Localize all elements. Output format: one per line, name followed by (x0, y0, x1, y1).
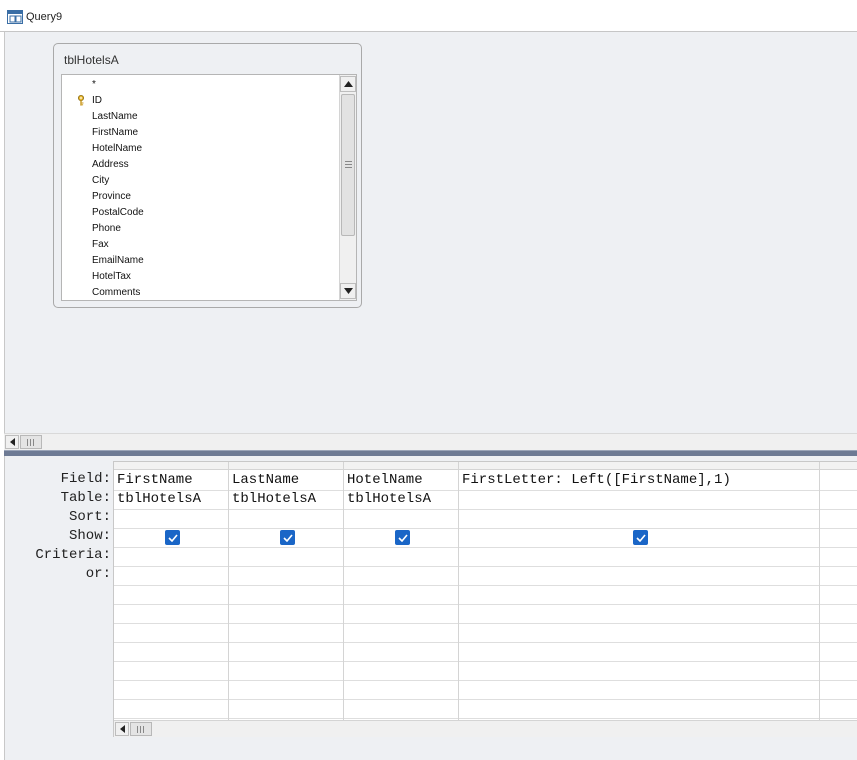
grid-cell-table[interactable]: tblHotelsA (229, 490, 344, 509)
checkmark-icon (167, 533, 178, 542)
field-name: ID (92, 95, 102, 106)
checkmark-icon (397, 533, 408, 542)
field-name: HotelName (92, 143, 143, 154)
field-list-item[interactable]: EmailName (62, 253, 340, 269)
grid-cell-table[interactable]: tblHotelsA (114, 490, 229, 509)
design-pane-hscrollbar[interactable] (4, 433, 857, 450)
field-list-item[interactable]: Fax (62, 237, 340, 253)
grid-cell-field[interactable]: HotelName (344, 471, 459, 490)
field-list-item[interactable]: FirstName (62, 125, 340, 141)
arrow-left-icon (9, 438, 15, 446)
field-name: HotelTax (92, 271, 131, 282)
field-list-item[interactable]: City (62, 173, 340, 189)
field-list-item[interactable]: * (62, 77, 340, 93)
grid-cell-sort[interactable] (114, 509, 229, 528)
primary-key-icon (78, 95, 84, 106)
hscroll-thumb[interactable] (20, 435, 42, 449)
field-name: EmailName (92, 255, 144, 266)
grid-row-label: Field: (60, 471, 111, 487)
field-list-item[interactable]: Province (62, 189, 340, 205)
grid-hscrollbar[interactable] (114, 720, 857, 737)
scroll-thumb[interactable] (341, 94, 355, 236)
grid-cell-table[interactable]: tblHotelsA (344, 490, 459, 509)
grid-cell-sort[interactable] (820, 509, 857, 528)
field-list-item[interactable]: Address (62, 157, 340, 173)
field-name: PostalCode (92, 207, 144, 218)
field-name: Fax (92, 239, 109, 250)
scroll-left-button[interactable] (5, 435, 19, 449)
arrow-up-icon (343, 81, 353, 87)
field-list-scrollbar[interactable] (339, 75, 356, 300)
field-list-item[interactable]: Comments (62, 285, 340, 300)
field-name: Comments (92, 287, 141, 298)
show-checkbox[interactable] (395, 530, 410, 545)
field-list-item[interactable]: HotelTax (62, 269, 340, 285)
grid-cell-sort[interactable] (229, 509, 344, 528)
grid-row-label: or: (85, 566, 111, 582)
query-design-pane[interactable]: tblHotelsA * ID LastName FirstName HotelName… (4, 32, 857, 452)
field-name: Address (92, 159, 129, 170)
field-name: Province (92, 191, 131, 202)
show-checkbox[interactable] (165, 530, 180, 545)
table-field-list-title[interactable]: tblHotelsA (64, 53, 119, 67)
show-checkbox[interactable] (633, 530, 648, 545)
field-list-item[interactable]: PostalCode (62, 205, 340, 221)
grid-row-labels: Field: Table: Sort: Show: Criteria: or: (5, 470, 113, 584)
grid-cell-sort[interactable] (344, 509, 459, 528)
field-list-item[interactable]: ID (62, 93, 340, 109)
grip-icon (27, 439, 34, 446)
field-name: * (92, 79, 96, 90)
field-list-item[interactable]: HotelName (62, 141, 340, 157)
show-checkbox[interactable] (280, 530, 295, 545)
query-tab[interactable]: Query9 (0, 0, 857, 32)
grid-row-label: Sort: (68, 509, 111, 525)
grid-row-label: Criteria: (35, 547, 111, 563)
grid-cell-table[interactable] (820, 490, 857, 509)
field-name: Phone (92, 223, 121, 234)
grip-icon (137, 726, 144, 733)
query-design-icon (7, 10, 23, 24)
field-list-item[interactable]: Phone (62, 221, 340, 237)
field-list[interactable]: * ID LastName FirstName HotelName Address City… (61, 74, 357, 301)
checkmark-icon (635, 533, 646, 542)
scroll-up-button[interactable] (340, 76, 356, 92)
field-name: LastName (92, 111, 138, 122)
arrow-down-icon (343, 288, 353, 294)
scroll-left-button[interactable] (115, 722, 129, 736)
grip-icon (345, 161, 352, 168)
query-design-grid[interactable]: FirstName tblHotelsA LastName tblHotelsA Hot… (113, 461, 857, 737)
grid-cell-field[interactable]: LastName (229, 471, 344, 490)
field-list-item[interactable]: LastName (62, 109, 340, 125)
query-grid-pane[interactable]: Field: Table: Sort: Show: Criteria: or: First… (4, 456, 857, 760)
checkmark-icon (282, 533, 293, 542)
field-name: City (92, 175, 110, 186)
grid-row-label: Table: (60, 490, 111, 506)
grid-cell-field[interactable]: FirstName (114, 471, 229, 490)
grid-row-label: Show: (68, 528, 111, 544)
grid-cell-field[interactable] (820, 471, 857, 490)
grid-cell-table[interactable] (459, 490, 820, 509)
scroll-down-button[interactable] (340, 283, 356, 299)
grid-cell-field[interactable]: FirstLetter: Left([FirstName],1) (459, 471, 820, 490)
arrow-left-icon (119, 725, 125, 733)
field-name: FirstName (92, 127, 139, 138)
table-field-list-window[interactable]: tblHotelsA * ID LastName FirstName HotelName… (53, 43, 362, 308)
query-tab-title: Query9 (26, 11, 63, 23)
grid-cell-sort[interactable] (459, 509, 820, 528)
hscroll-thumb[interactable] (130, 722, 152, 736)
